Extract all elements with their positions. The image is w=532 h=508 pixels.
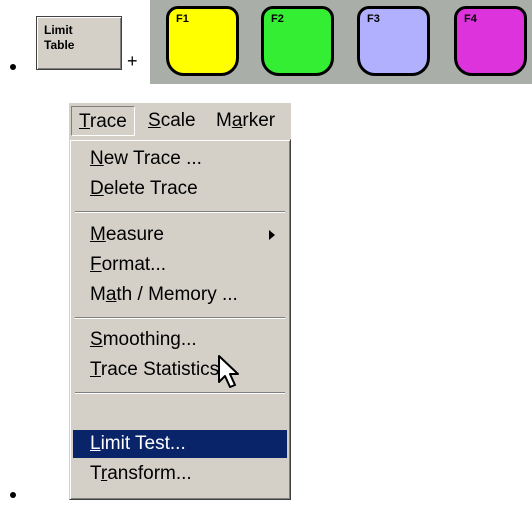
menu-item-delete-trace[interactable]: Delete Trace xyxy=(73,175,287,203)
f1-key[interactable]: F1 xyxy=(166,6,239,76)
menu-item-label: Measure xyxy=(90,224,164,245)
trace-dropdown-menu: New Trace ... Delete Trace Measure Forma… xyxy=(69,139,291,500)
menubar-label: Scale xyxy=(148,110,196,131)
menu-item-new-trace[interactable]: New Trace ... xyxy=(73,145,287,173)
menubar: Trace Scale Marker xyxy=(69,103,291,139)
menu-item-smoothing[interactable]: Smoothing... xyxy=(73,326,287,354)
f2-key-label: F2 xyxy=(271,13,284,25)
menubar-marker[interactable]: Marker xyxy=(209,106,282,136)
bullet-bottom xyxy=(10,492,16,498)
menu-item-measure[interactable]: Measure xyxy=(73,221,287,249)
menu-separator xyxy=(75,317,285,319)
limit-table-label: Limit Table xyxy=(44,23,75,52)
menubar-label: Marker xyxy=(216,110,276,131)
submenu-arrow-icon xyxy=(269,230,275,240)
f4-key[interactable]: F4 xyxy=(454,6,527,76)
f3-key-label: F3 xyxy=(367,13,380,25)
menu-item-label: Math / Memory ... xyxy=(90,284,238,305)
menu-item-limit-test[interactable]: Limit Test... xyxy=(73,430,287,458)
menubar-trace[interactable]: Trace xyxy=(71,106,135,136)
arrow-pointer-icon xyxy=(218,355,239,388)
menu-item-label: Format... xyxy=(90,254,167,275)
menu-item-label: Smoothing... xyxy=(90,329,197,350)
menu-separator xyxy=(75,211,285,213)
menu-item-format[interactable]: Format... xyxy=(73,251,287,279)
menu-item-trace-statistics[interactable]: Trace Statistics... xyxy=(73,356,287,384)
limit-table-button[interactable]: Limit Table xyxy=(36,16,122,70)
menu-item-label: Transform... xyxy=(90,463,192,484)
f3-key[interactable]: F3 xyxy=(357,6,430,76)
bullet-top xyxy=(10,64,16,70)
function-key-strip: F1 F2 F3 F4 xyxy=(150,0,532,84)
menu-item-math-memory[interactable]: Math / Memory ... xyxy=(73,281,287,309)
menu-item-label: Trace Statistics... xyxy=(90,359,236,380)
menubar-scale[interactable]: Scale xyxy=(141,106,203,136)
f1-key-label: F1 xyxy=(176,13,189,25)
f4-key-label: F4 xyxy=(464,13,477,25)
menu-window: Trace Scale Marker New Trace ... Delete … xyxy=(69,103,291,500)
menu-item-label: Limit Test... xyxy=(90,433,186,454)
plus-sign: + xyxy=(127,51,138,71)
menubar-label: Trace xyxy=(79,111,127,132)
f2-key[interactable]: F2 xyxy=(261,6,334,76)
menu-item-label: Delete Trace xyxy=(90,178,198,199)
menu-item-transform[interactable]: Transform... xyxy=(73,460,287,488)
menu-separator xyxy=(75,392,285,394)
menu-item-label: New Trace ... xyxy=(90,148,202,169)
